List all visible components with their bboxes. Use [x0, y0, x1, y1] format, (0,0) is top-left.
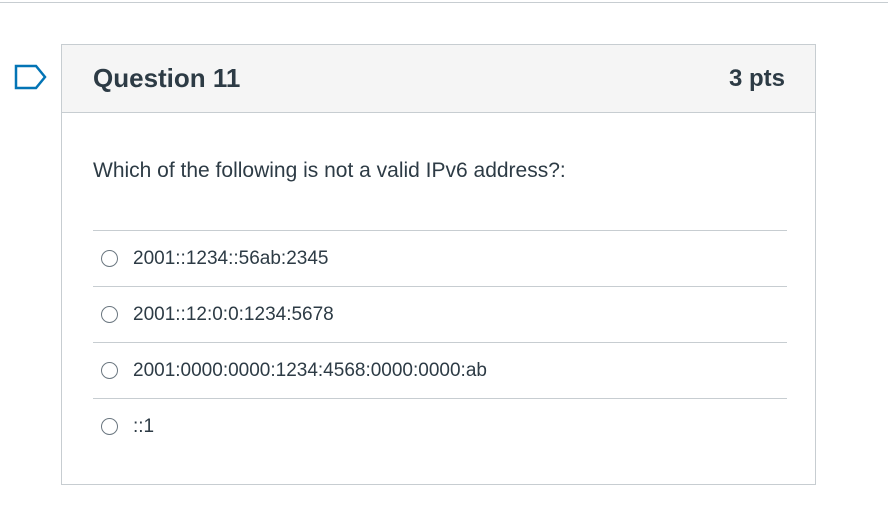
answer-option[interactable]: 2001::12:0:0:1234:5678	[93, 286, 787, 342]
radio-button[interactable]	[101, 250, 118, 267]
radio-button[interactable]	[101, 418, 118, 435]
radio-button[interactable]	[101, 362, 118, 379]
answer-label[interactable]: ::1	[133, 416, 154, 438]
top-divider	[0, 2, 888, 3]
answer-option[interactable]: 2001::1234::56ab:2345	[93, 230, 787, 286]
question-title: Question 11	[93, 63, 241, 93]
answer-option[interactable]: 2001:0000:0000:1234:4568:0000:0000:ab	[93, 342, 787, 398]
question-text: Which of the following is not a valid IP…	[93, 159, 566, 182]
answer-option[interactable]: ::1	[93, 398, 787, 454]
question-card: Question 11 3 pts Which of the following…	[61, 44, 816, 485]
answer-label[interactable]: 2001::1234::56ab:2345	[133, 248, 328, 270]
question-header: Question 11 3 pts	[62, 45, 815, 113]
flag-question-button[interactable]	[14, 64, 48, 90]
answer-list: 2001::1234::56ab:2345 2001::12:0:0:1234:…	[93, 230, 787, 454]
answer-label[interactable]: 2001::12:0:0:1234:5678	[133, 304, 334, 326]
radio-button[interactable]	[101, 306, 118, 323]
flag-icon	[14, 64, 47, 90]
question-points: 3 pts	[728, 64, 785, 92]
answer-label[interactable]: 2001:0000:0000:1234:4568:0000:0000:ab	[133, 360, 487, 382]
